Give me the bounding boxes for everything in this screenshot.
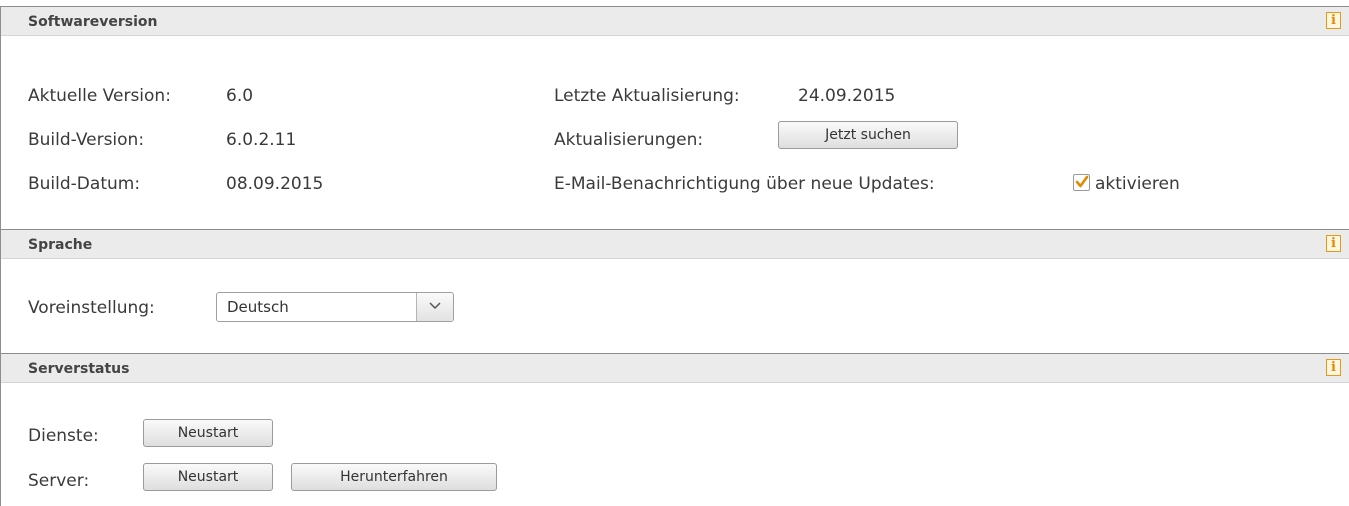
section-header-sprache: Sprache i: [1, 229, 1349, 259]
section-title: Serverstatus: [28, 361, 130, 377]
info-icon[interactable]: i: [1326, 12, 1341, 29]
build-date-label: Build-Datum:: [28, 174, 141, 194]
build-version-label: Build-Version:: [28, 130, 145, 150]
last-update-label: Letzte Aktualisierung:: [554, 86, 740, 106]
settings-panel: Softwareversion i Aktuelle Version: 6.0 …: [0, 6, 1349, 506]
section-header-serverstatus: Serverstatus i: [1, 353, 1349, 383]
current-version-label: Aktuelle Version:: [28, 86, 171, 106]
dropdown-button[interactable]: [416, 293, 453, 321]
services-label: Dienste:: [28, 426, 99, 446]
checkmark-icon: [1075, 175, 1089, 188]
language-select-value: Deutsch: [227, 298, 289, 316]
services-restart-button[interactable]: Neustart: [143, 419, 273, 447]
section-header-softwareversion: Softwareversion i: [1, 6, 1349, 36]
current-version-value: 6.0: [226, 86, 254, 106]
section-title: Softwareversion: [28, 14, 158, 30]
server-restart-button[interactable]: Neustart: [143, 463, 273, 491]
search-updates-button[interactable]: Jetzt suchen: [778, 121, 958, 149]
last-update-value: 24.09.2015: [798, 86, 896, 106]
updates-label: Aktualisierungen:: [554, 130, 704, 150]
server-shutdown-button[interactable]: Herunterfahren: [291, 463, 497, 491]
chevron-down-icon: [429, 302, 441, 310]
email-notify-checkbox[interactable]: [1073, 174, 1090, 191]
section-title: Sprache: [28, 237, 93, 253]
language-select[interactable]: Deutsch: [216, 292, 454, 322]
build-date-value: 08.09.2015: [226, 174, 324, 194]
email-notify-checkbox-label[interactable]: aktivieren: [1095, 174, 1180, 194]
info-icon[interactable]: i: [1326, 235, 1341, 252]
build-version-value: 6.0.2.11: [226, 130, 297, 150]
language-default-label: Voreinstellung:: [28, 298, 155, 318]
email-notify-label: E-Mail-Benachrichtigung über neue Update…: [554, 174, 935, 194]
server-label: Server:: [28, 471, 90, 491]
info-icon[interactable]: i: [1326, 359, 1341, 376]
